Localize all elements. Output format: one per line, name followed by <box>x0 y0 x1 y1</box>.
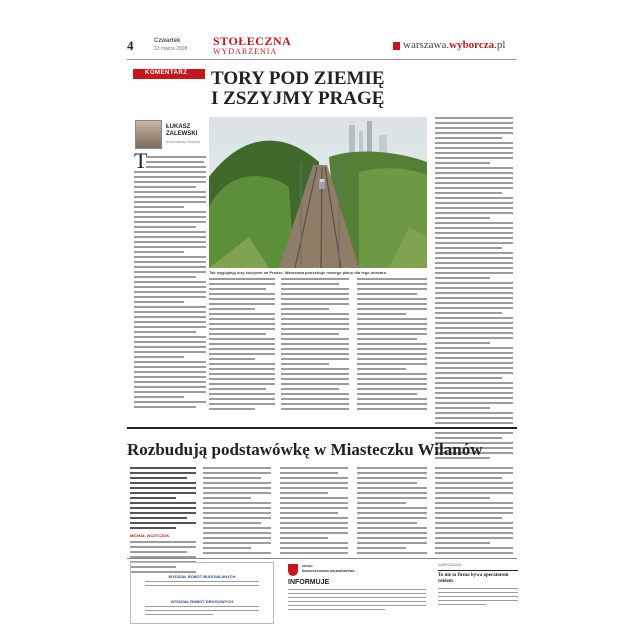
issue-day: Czwartek <box>154 38 181 44</box>
ad-tenders: WYDZIAŁ ROBÓT BUDOWLANYCH WYDZIAŁ ROBÓT … <box>130 562 274 624</box>
ad-right-box: WARSZAWA To nie ta firma bywa operatorem… <box>438 562 518 622</box>
page-header: 4 Czwartek 13 marca 2008 STOŁECZNA WYDAR… <box>127 34 517 60</box>
header-rule <box>127 59 517 60</box>
article2-column-5 <box>435 467 513 557</box>
issue-date: 13 marca 2008 <box>154 46 188 52</box>
ad-org-line-2: MARSZAŁKOWSKI WOJEWÓDZTWA <box>302 569 355 573</box>
article1-column-4 <box>357 278 427 413</box>
section-subtitle: WYDARZENIA <box>213 47 278 56</box>
ad-right-title: To nie ta firma bywa operatorem rekiem <box>438 573 509 584</box>
article2-lead <box>130 467 196 532</box>
article1-photo <box>209 117 427 268</box>
site-brand: wyborcza <box>449 39 495 51</box>
site-logo-mark <box>393 42 400 50</box>
site-suffix: .pl <box>494 39 506 51</box>
ad-marshal-office: URZĄD MARSZAŁKOWSKI WOJEWÓDZTWA INFORMUJ… <box>282 562 430 622</box>
section-divider <box>127 427 517 429</box>
site-prefix: warszawa. <box>403 39 450 51</box>
article1-column-5 <box>435 117 513 462</box>
photo-caption: Tak wyglądają tory kolejowe na Pradze. W… <box>209 270 387 275</box>
article2-author: MICHAŁ WOJTCZUK <box>130 533 170 538</box>
headline-line-1: TORY POD ZIEMIĘ <box>211 68 385 89</box>
railway-photo-illustration <box>209 117 427 268</box>
site-logo[interactable]: warszawa.wyborcza.pl <box>393 39 517 53</box>
article1-column-1 <box>134 156 206 411</box>
article1-headline: TORY POD ZIEMIĘ I ZSZYJMY PRAGĘ <box>211 69 511 109</box>
headline-line-2: I ZSZYJMY PRAGĘ <box>211 88 385 109</box>
article1-column-3 <box>281 278 349 413</box>
ad-tenders-title-1: WYDZIAŁ ROBÓT BUDOWLANYCH <box>168 574 236 579</box>
ad-right-bar <box>438 570 518 571</box>
article1-column-2 <box>209 278 275 413</box>
ad-right-kicker: WARSZAWA <box>438 562 462 567</box>
author-photo <box>135 120 162 149</box>
page-number: 4 <box>127 38 134 53</box>
ads-divider <box>127 558 517 559</box>
article2-column-3 <box>280 467 348 557</box>
article2-column-4 <box>357 467 427 557</box>
ad-tenders-title-2: WYDZIAŁ ROBÓT DROGOWYCH <box>170 599 234 604</box>
coat-of-arms-icon <box>288 564 298 576</box>
author-last-name: ZALEWSKI <box>166 131 198 137</box>
comment-kicker: KOMENTARZ <box>133 69 205 79</box>
ad-org-line-1: URZĄD <box>302 564 313 568</box>
ad-informuje-title: INFORMUJE <box>288 579 330 586</box>
author-role: dziennikarz Gazety <box>166 139 201 144</box>
author-first-name: ŁUKASZ <box>166 124 191 130</box>
article2-headline: Rozbudują podstawówkę w Miasteczku Wilan… <box>127 440 483 459</box>
article2-column-2 <box>203 467 271 557</box>
